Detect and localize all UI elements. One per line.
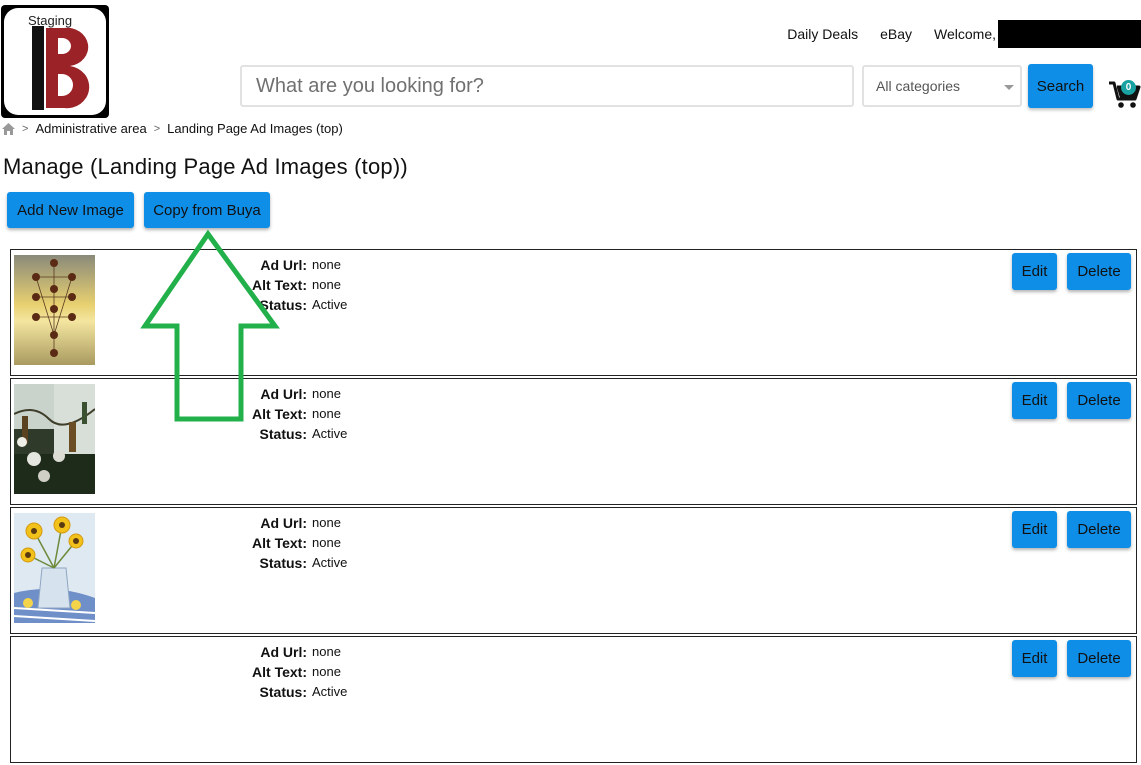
edit-button[interactable]: Edit bbox=[1012, 382, 1057, 419]
alt-text-label: Alt Text: bbox=[252, 535, 307, 551]
edit-button[interactable]: Edit bbox=[1012, 253, 1057, 290]
edit-button[interactable]: Edit bbox=[1012, 640, 1057, 677]
ad-row: Ad Url: none Alt Text: none Status: Active … bbox=[10, 636, 1137, 763]
category-select[interactable]: All categories bbox=[862, 65, 1022, 107]
site-logo[interactable]: Staging bbox=[1, 5, 109, 118]
ad-thumbnail bbox=[14, 255, 95, 365]
ad-fields: Ad Url: none Alt Text: none Status: Active bbox=[191, 513, 347, 573]
ad-thumbnail bbox=[14, 513, 95, 623]
breadcrumb-admin[interactable]: Administrative area bbox=[35, 121, 146, 136]
ad-url-label: Ad Url: bbox=[260, 515, 307, 531]
ad-fields: Ad Url: none Alt Text: none Status: Active bbox=[191, 642, 347, 702]
status-label: Status: bbox=[259, 555, 307, 571]
alt-text-label: Alt Text: bbox=[252, 664, 307, 680]
status-value: Active bbox=[312, 555, 348, 570]
daily-deals-link[interactable]: Daily Deals bbox=[787, 26, 858, 42]
edit-button[interactable]: Edit bbox=[1012, 511, 1057, 548]
ad-row: Ad Url: none Alt Text: none Status: Active … bbox=[10, 378, 1137, 505]
delete-button[interactable]: Delete bbox=[1067, 640, 1131, 677]
delete-button[interactable]: Delete bbox=[1067, 253, 1131, 290]
page-title: Manage (Landing Page Ad Images (top)) bbox=[3, 154, 408, 179]
status-value: Active bbox=[312, 684, 348, 699]
status-label: Status: bbox=[259, 684, 307, 700]
status-label: Status: bbox=[259, 297, 307, 313]
ad-url-value: none bbox=[312, 644, 341, 659]
logo-b-icon bbox=[32, 26, 90, 110]
home-icon[interactable] bbox=[2, 122, 15, 135]
breadcrumb: > Administrative area > Landing Page Ad … bbox=[2, 121, 343, 136]
ad-url-label: Ad Url: bbox=[260, 386, 307, 402]
search-input[interactable] bbox=[240, 65, 854, 107]
cart-count-badge: 0 bbox=[1121, 80, 1136, 95]
search-button[interactable]: Search bbox=[1028, 64, 1093, 108]
add-new-image-button[interactable]: Add New Image bbox=[7, 192, 134, 228]
alt-text-value: none bbox=[312, 535, 341, 550]
ad-url-value: none bbox=[312, 515, 341, 530]
alt-text-value: none bbox=[312, 406, 341, 421]
status-label: Status: bbox=[259, 426, 307, 442]
delete-button[interactable]: Delete bbox=[1067, 382, 1131, 419]
alt-text-value: none bbox=[312, 277, 341, 292]
ad-url-value: none bbox=[312, 257, 341, 272]
status-value: Active bbox=[312, 426, 348, 441]
ad-fields: Ad Url: none Alt Text: none Status: Active bbox=[191, 384, 347, 444]
ad-fields: Ad Url: none Alt Text: none Status: Active bbox=[191, 255, 347, 315]
ebay-link[interactable]: eBay bbox=[880, 26, 912, 42]
delete-button[interactable]: Delete bbox=[1067, 511, 1131, 548]
breadcrumb-current: Landing Page Ad Images (top) bbox=[167, 121, 343, 136]
category-select-value: All categories bbox=[876, 78, 961, 94]
ad-url-label: Ad Url: bbox=[260, 257, 307, 273]
top-nav: Daily Deals eBay Welcome, bbox=[787, 20, 1141, 48]
alt-text-label: Alt Text: bbox=[252, 406, 307, 422]
ad-row: Ad Url: none Alt Text: none Status: Active … bbox=[10, 507, 1137, 634]
redacted-username bbox=[998, 20, 1141, 48]
ad-thumbnail bbox=[14, 384, 95, 494]
ad-url-value: none bbox=[312, 386, 341, 401]
alt-text-label: Alt Text: bbox=[252, 277, 307, 293]
cart-button[interactable]: 0 bbox=[1108, 78, 1141, 110]
status-value: Active bbox=[312, 297, 348, 312]
alt-text-value: none bbox=[312, 664, 341, 679]
welcome-label: Welcome, bbox=[934, 26, 996, 42]
copy-from-buya-button[interactable]: Copy from Buya bbox=[144, 192, 270, 228]
breadcrumb-separator: > bbox=[153, 122, 161, 135]
ad-row: Ad Url: none Alt Text: none Status: Active … bbox=[10, 249, 1137, 376]
ad-url-label: Ad Url: bbox=[260, 644, 307, 660]
welcome-user[interactable]: Welcome, bbox=[934, 20, 1141, 48]
chevron-down-icon bbox=[1004, 85, 1014, 90]
breadcrumb-separator: > bbox=[22, 122, 29, 135]
